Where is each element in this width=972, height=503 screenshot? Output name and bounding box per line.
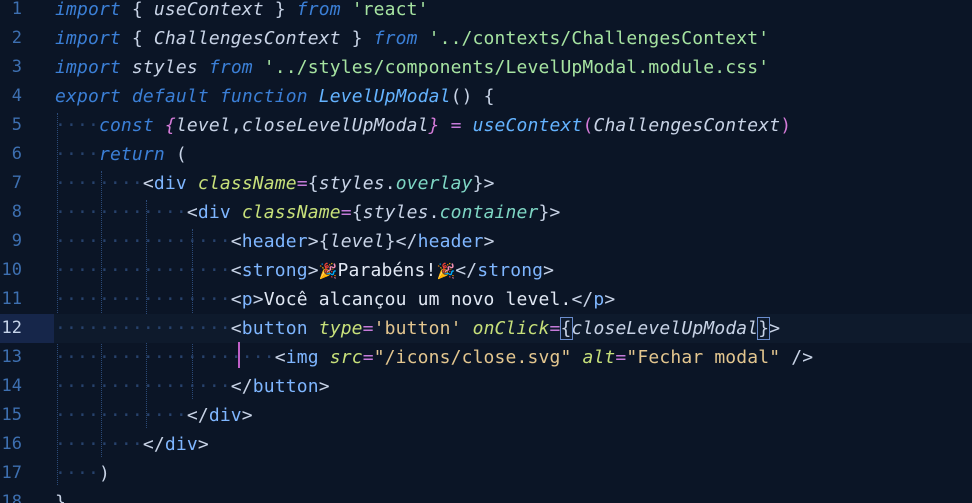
line-number: 7 bbox=[11, 173, 22, 193]
line-number: 14 bbox=[1, 376, 22, 396]
line-number: 11 bbox=[1, 289, 22, 309]
line-number: 10 bbox=[1, 260, 22, 280]
line-content: export default function LevelUpModal() { bbox=[55, 86, 495, 107]
line-number: 18 bbox=[1, 492, 22, 503]
line-content: ············<div className={styles.conta… bbox=[55, 202, 561, 223]
code-line[interactable]: 6 ····return ( bbox=[0, 140, 972, 169]
code-line[interactable]: 10 ················<strong>🎉Parabéns!🎉</… bbox=[0, 256, 972, 285]
line-content: import styles from '../styles/components… bbox=[55, 57, 770, 78]
line-content: ················<strong>🎉Parabéns!🎉</str… bbox=[55, 260, 555, 281]
line-content: ················<p>Você alcançou um novo… bbox=[55, 289, 616, 310]
bracket-match: { bbox=[559, 317, 573, 340]
code-line[interactable]: 4 export default function LevelUpModal()… bbox=[0, 82, 972, 111]
line-number: 6 bbox=[11, 144, 22, 164]
line-content: ········</div> bbox=[55, 434, 209, 455]
line-content: ····················<img src="/icons/clo… bbox=[55, 347, 814, 368]
line-content: import { useContext } from 'react' bbox=[55, 0, 429, 20]
party-popper-icon: 🎉 bbox=[436, 262, 456, 280]
line-number: 9 bbox=[11, 231, 22, 251]
code-line[interactable]: 8 ············<div className={styles.con… bbox=[0, 198, 972, 227]
line-number: 15 bbox=[1, 405, 22, 425]
code-line[interactable]: 5 ····const {level,closeLevelUpModal} = … bbox=[0, 111, 972, 140]
text-cursor bbox=[238, 342, 240, 368]
code-line[interactable]: 2 import { ChallengesContext } from '../… bbox=[0, 24, 972, 53]
code-line-current[interactable]: 12 ················<button type='button'… bbox=[0, 314, 972, 343]
bracket-match: } bbox=[757, 317, 771, 340]
code-line[interactable]: 17 ····) bbox=[0, 459, 972, 488]
line-content: ················<button type='button' on… bbox=[55, 317, 781, 340]
line-number: 5 bbox=[11, 115, 22, 135]
code-line[interactable]: 1 import { useContext } from 'react' bbox=[0, 0, 972, 24]
line-number: 17 bbox=[1, 463, 22, 483]
code-line[interactable]: 11 ················<p>Você alcançou um n… bbox=[0, 285, 972, 314]
code-line[interactable]: 16 ········</div> bbox=[0, 430, 972, 459]
line-number: 3 bbox=[11, 57, 22, 77]
line-content: } bbox=[55, 492, 66, 503]
line-number: 4 bbox=[11, 86, 22, 106]
line-content: ················</button> bbox=[55, 376, 330, 397]
line-number: 16 bbox=[1, 434, 22, 454]
line-content: ················<header>{level}</header> bbox=[55, 231, 495, 252]
code-line[interactable]: 3 import styles from '../styles/componen… bbox=[0, 53, 972, 82]
line-content: ············</div> bbox=[55, 405, 253, 426]
code-line[interactable]: 9 ················<header>{level}</heade… bbox=[0, 227, 972, 256]
line-content: ····const {level,closeLevelUpModal} = us… bbox=[55, 115, 792, 136]
code-line[interactable]: 13 ····················<img src="/icons/… bbox=[0, 343, 972, 372]
line-number: 12 bbox=[1, 318, 22, 338]
line-number: 1 bbox=[11, 0, 22, 19]
line-number: 8 bbox=[11, 202, 22, 222]
line-number: 13 bbox=[1, 347, 22, 367]
code-line[interactable]: 18 } bbox=[0, 488, 972, 503]
code-line[interactable]: 14 ················</button> bbox=[0, 372, 972, 401]
line-number: 2 bbox=[11, 28, 22, 48]
party-popper-icon: 🎉 bbox=[318, 262, 338, 280]
line-content: import { ChallengesContext } from '../co… bbox=[55, 28, 770, 49]
line-content: ········<div className={styles.overlay}> bbox=[55, 173, 495, 194]
code-editor[interactable]: 1 import { useContext } from 'react' 2 i… bbox=[0, 0, 972, 503]
code-line[interactable]: 15 ············</div> bbox=[0, 401, 972, 430]
line-content: ····return ( bbox=[55, 144, 187, 165]
code-line[interactable]: 7 ········<div className={styles.overlay… bbox=[0, 169, 972, 198]
line-content: ····) bbox=[55, 463, 110, 484]
